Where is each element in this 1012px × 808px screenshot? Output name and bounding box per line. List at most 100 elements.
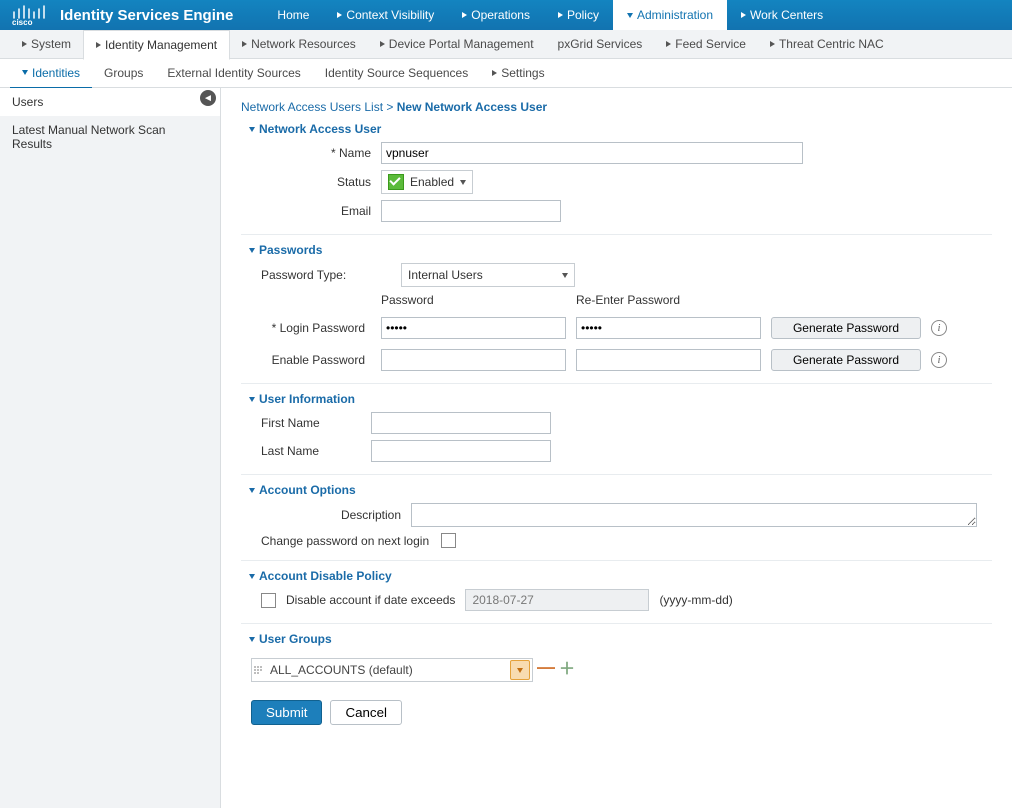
cancel-button[interactable]: Cancel — [330, 700, 402, 725]
app-title: Identity Services Engine — [60, 7, 233, 24]
ternav-identity-source-sequences[interactable]: Identity Source Sequences — [313, 59, 480, 87]
breadcrumb: Network Access Users List > New Network … — [241, 100, 992, 114]
login-password-input[interactable] — [381, 317, 566, 339]
section-account-disable-policy[interactable]: Account Disable Policy — [241, 569, 992, 583]
topnav-policy[interactable]: Policy — [544, 0, 613, 30]
remove-group-icon[interactable]: — — [537, 657, 555, 678]
chevron-down-icon — [562, 273, 568, 278]
submit-button[interactable]: Submit — [251, 700, 322, 725]
password-type-dropdown[interactable]: Internal Users — [401, 263, 575, 287]
chevron-icon — [741, 12, 746, 18]
section-user-groups[interactable]: User Groups — [241, 632, 992, 646]
first-name-input[interactable] — [371, 412, 551, 434]
user-group-row: ALL_ACCOUNTS (default) — [251, 658, 533, 682]
chevron-icon — [337, 12, 342, 18]
reenter-col-header: Re-Enter Password — [576, 293, 761, 307]
name-input[interactable] — [381, 142, 803, 164]
info-icon[interactable]: i — [931, 352, 947, 368]
disable-account-label: Disable account if date exceeds — [286, 593, 455, 607]
section-account-options[interactable]: Account Options — [241, 483, 992, 497]
ternav-identities[interactable]: Identities — [10, 59, 92, 89]
sidebar-item-latest-manual-network-scan-results[interactable]: Latest Manual Network Scan Results — [0, 116, 220, 158]
chevron-down-icon — [249, 127, 255, 132]
enable-password-reenter-input[interactable] — [576, 349, 761, 371]
svg-text:cisco: cisco — [12, 18, 33, 26]
generate-enable-password-button[interactable]: Generate Password — [771, 349, 921, 371]
chevron-down-icon — [249, 574, 255, 579]
chevron-icon — [462, 12, 467, 18]
last-name-input[interactable] — [371, 440, 551, 462]
enable-password-label: Enable Password — [241, 353, 371, 367]
subnav-feed-service[interactable]: Feed Service — [654, 30, 758, 58]
login-password-reenter-input[interactable] — [576, 317, 761, 339]
chevron-right-icon — [242, 41, 247, 47]
user-group-dropdown-button[interactable] — [510, 660, 530, 680]
chevron-right-icon — [96, 42, 101, 48]
password-type-label: Password Type: — [241, 268, 401, 282]
topnav-work-centers[interactable]: Work Centers — [727, 0, 837, 30]
subnav-network-resources[interactable]: Network Resources — [230, 30, 368, 58]
login-password-label: * Login Password — [241, 321, 371, 335]
topnav-operations[interactable]: Operations — [448, 0, 544, 30]
section-network-access-user[interactable]: Network Access User — [241, 122, 992, 136]
chevron-down-icon — [249, 488, 255, 493]
topnav-context-visibility[interactable]: Context Visibility — [323, 0, 448, 30]
subnav-pxgrid-services[interactable]: pxGrid Services — [546, 30, 655, 58]
change-password-label: Change password on next login — [261, 534, 429, 548]
name-label: * Name — [241, 146, 381, 160]
chevron-icon — [492, 70, 497, 76]
subnav-system[interactable]: System — [10, 30, 83, 58]
user-group-select-value[interactable]: ALL_ACCOUNTS (default) — [264, 663, 510, 677]
disable-date-hint: (yyyy-mm-dd) — [659, 593, 732, 607]
chevron-right-icon — [380, 41, 385, 47]
enable-password-input[interactable] — [381, 349, 566, 371]
disable-date-field: 2018-07-27 — [465, 589, 649, 611]
ternav-groups[interactable]: Groups — [92, 59, 155, 87]
drag-handle-icon[interactable] — [252, 664, 264, 676]
add-group-icon[interactable]: ＋ — [559, 655, 575, 679]
generate-login-password-button[interactable]: Generate Password — [771, 317, 921, 339]
chevron-down-icon — [460, 180, 466, 185]
password-col-header: Password — [381, 293, 566, 307]
chevron-icon — [22, 70, 28, 75]
disable-account-checkbox[interactable] — [261, 593, 276, 608]
tertiary-navigation: IdentitiesGroupsExternal Identity Source… — [0, 59, 1012, 88]
enabled-check-icon — [388, 174, 404, 190]
subnav-device-portal-management[interactable]: Device Portal Management — [368, 30, 546, 58]
chevron-icon — [627, 13, 633, 18]
top-bar: cisco Identity Services Engine HomeConte… — [0, 0, 1012, 30]
section-passwords[interactable]: Passwords — [241, 243, 992, 257]
first-name-label: First Name — [241, 416, 371, 430]
brand-logo: cisco — [0, 4, 60, 26]
chevron-right-icon — [770, 41, 775, 47]
description-label: Description — [241, 508, 411, 522]
info-icon[interactable]: i — [931, 320, 947, 336]
description-textarea[interactable] — [411, 503, 977, 527]
ternav-external-identity-sources[interactable]: External Identity Sources — [155, 59, 312, 87]
breadcrumb-list-link[interactable]: Network Access Users List — [241, 100, 383, 114]
subnav-identity-management[interactable]: Identity Management — [83, 30, 230, 60]
section-user-information[interactable]: User Information — [241, 392, 992, 406]
status-dropdown[interactable]: Enabled — [381, 170, 473, 194]
last-name-label: Last Name — [241, 444, 371, 458]
chevron-right-icon — [22, 41, 27, 47]
ternav-settings[interactable]: Settings — [480, 59, 556, 87]
cisco-logo-icon: cisco — [10, 4, 50, 26]
chevron-down-icon — [249, 397, 255, 402]
chevron-down-icon — [249, 248, 255, 253]
collapse-sidebar-icon[interactable]: ◄ — [200, 90, 216, 106]
chevron-right-icon — [666, 41, 671, 47]
topnav-home[interactable]: Home — [263, 0, 323, 30]
sidebar: ◄ UsersLatest Manual Network Scan Result… — [0, 88, 221, 808]
breadcrumb-current: New Network Access User — [397, 100, 547, 114]
change-password-checkbox[interactable] — [441, 533, 456, 548]
sub-navigation: SystemIdentity ManagementNetwork Resourc… — [0, 30, 1012, 59]
subnav-threat-centric-nac[interactable]: Threat Centric NAC — [758, 30, 896, 58]
chevron-down-icon — [249, 637, 255, 642]
chevron-icon — [558, 12, 563, 18]
sidebar-item-users[interactable]: Users — [0, 88, 220, 116]
email-label: Email — [241, 204, 381, 218]
status-label: Status — [241, 175, 381, 189]
email-input[interactable] — [381, 200, 561, 222]
topnav-administration[interactable]: Administration — [613, 0, 727, 30]
